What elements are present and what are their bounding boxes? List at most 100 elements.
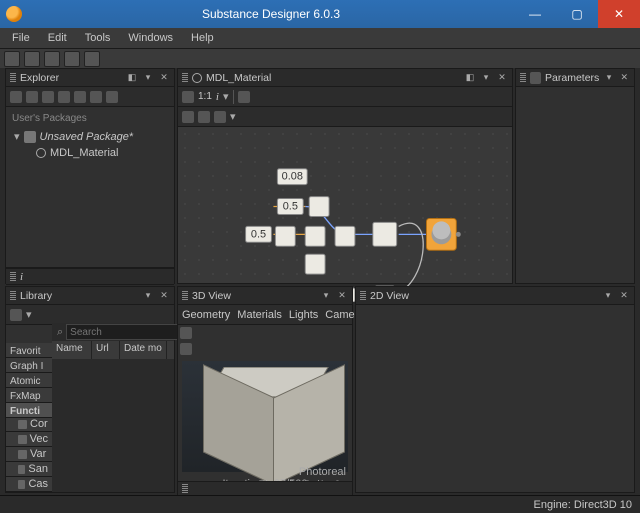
graph-panel: MDL_Material ◧ ▾ ✕ 1:1 i ▾ ▾ xyxy=(177,68,513,284)
panel-close-button[interactable]: ✕ xyxy=(158,72,170,83)
graph-tool-fit[interactable] xyxy=(182,91,194,103)
graph-dropdown[interactable]: ▾ xyxy=(223,90,229,103)
panel-detach-button[interactable]: ◧ xyxy=(126,72,138,83)
explorer-package-item[interactable]: ▾ Unsaved Package* xyxy=(12,129,168,145)
library-tab-var[interactable]: Var xyxy=(6,447,52,462)
package-icon xyxy=(24,131,36,143)
explorer-footer: i xyxy=(5,268,175,284)
3d-mode: Photoreal xyxy=(299,466,346,478)
3d-viewport[interactable] xyxy=(182,361,348,472)
menu-file[interactable]: File xyxy=(4,30,38,46)
folder-icon xyxy=(18,420,27,429)
library-tab-san[interactable]: San xyxy=(6,462,52,477)
search-icon: ⌕ xyxy=(54,326,66,339)
info-icon[interactable]: i xyxy=(20,271,23,283)
graph-info-button[interactable]: i xyxy=(216,91,219,103)
library-view-button[interactable] xyxy=(10,309,22,321)
library-tab-graph[interactable]: Graph I xyxy=(6,358,52,373)
library-tab-function[interactable]: Functi xyxy=(6,403,52,418)
panel-close-button[interactable]: ✕ xyxy=(496,72,508,83)
library-tab-cas[interactable]: Cas xyxy=(6,477,52,492)
panel-close-button[interactable]: ✕ xyxy=(336,290,348,301)
menu-help[interactable]: Help xyxy=(183,30,222,46)
3d-view-title: 3D View xyxy=(192,290,316,302)
package-name: Unsaved Package* xyxy=(40,129,134,145)
toolbar-button-1[interactable] xyxy=(4,51,20,67)
explorer-section-label: User's Packages xyxy=(12,111,168,127)
graph-tool-a[interactable] xyxy=(238,91,250,103)
library-panel: Library ▾ ✕ ▾ Favorit Graph I Atomic FxM… xyxy=(5,286,175,493)
library-tab-cor[interactable]: Cor xyxy=(6,418,52,433)
parameters-panel: Parameters ▾ ✕ xyxy=(515,68,635,284)
3d-tool-1[interactable] xyxy=(180,327,192,339)
explorer-tool-1[interactable] xyxy=(10,91,22,103)
library-view-dropdown[interactable]: ▾ xyxy=(26,308,32,321)
menu-tools[interactable]: Tools xyxy=(77,30,119,46)
panel-close-button[interactable]: ✕ xyxy=(619,72,630,83)
folder-icon xyxy=(18,450,27,459)
folder-icon xyxy=(18,435,27,444)
cube-mesh xyxy=(205,357,325,477)
panel-grip-icon xyxy=(182,73,188,83)
3d-tool-2[interactable] xyxy=(180,343,192,355)
svg-text:0.5: 0.5 xyxy=(283,200,298,212)
graph-tool-c[interactable] xyxy=(198,111,210,123)
panel-menu-button[interactable]: ▾ xyxy=(142,290,154,301)
graph-canvas[interactable]: 0.08 0.5 0.5 xyxy=(178,127,512,283)
explorer-tool-6[interactable] xyxy=(90,91,102,103)
parameters-title: Parameters xyxy=(545,72,599,84)
panel-menu-button[interactable]: ▾ xyxy=(602,290,614,301)
2d-viewport[interactable] xyxy=(356,305,634,492)
toolbar-button-4[interactable] xyxy=(64,51,80,67)
panel-close-button[interactable]: ✕ xyxy=(158,290,170,301)
col-date[interactable]: Date mo xyxy=(120,341,167,359)
minimize-button[interactable]: — xyxy=(514,0,556,28)
explorer-graph-item[interactable]: MDL_Material xyxy=(12,145,168,161)
app-icon xyxy=(6,6,22,22)
panel-grip-icon xyxy=(182,484,188,494)
graph-zoom-label[interactable]: 1:1 xyxy=(198,91,212,102)
graph-tool-d[interactable] xyxy=(214,111,226,123)
explorer-tool-2[interactable] xyxy=(26,91,38,103)
menu-bar: File Edit Tools Windows Help xyxy=(0,28,640,48)
panel-grip-icon xyxy=(182,291,188,301)
graph-tab-icon xyxy=(192,73,202,83)
library-tab-vec[interactable]: Vec xyxy=(6,432,52,447)
toolbar-button-5[interactable] xyxy=(84,51,100,67)
col-url[interactable]: Url xyxy=(92,341,120,359)
parameters-icon xyxy=(530,72,541,84)
library-tab-atomic[interactable]: Atomic xyxy=(6,373,52,388)
menu-lights[interactable]: Lights xyxy=(289,309,318,321)
window-title: Substance Designer 6.0.3 xyxy=(28,7,514,21)
graph-dropdown-2[interactable]: ▾ xyxy=(230,110,236,123)
library-tab-favorites[interactable]: Favorit xyxy=(6,343,52,358)
graph-tool-b[interactable] xyxy=(182,111,194,123)
explorer-tool-7[interactable] xyxy=(106,91,118,103)
folder-icon xyxy=(18,480,25,489)
col-name[interactable]: Name xyxy=(52,341,92,359)
toolbar-button-3[interactable] xyxy=(44,51,60,67)
panel-close-button[interactable]: ✕ xyxy=(618,290,630,301)
panel-menu-button[interactable]: ▾ xyxy=(480,72,492,83)
explorer-tool-4[interactable] xyxy=(58,91,70,103)
library-tab-fxmap[interactable]: FxMap xyxy=(6,388,52,403)
menu-edit[interactable]: Edit xyxy=(40,30,75,46)
panel-menu-button[interactable]: ▾ xyxy=(142,72,154,83)
close-button[interactable]: ✕ xyxy=(598,0,640,28)
maximize-button[interactable]: ▢ xyxy=(556,0,598,28)
toolbar-button-2[interactable] xyxy=(24,51,40,67)
panel-menu-button[interactable]: ▾ xyxy=(603,72,614,83)
library-tabs: Favorit Graph I Atomic FxMap Functi Cor … xyxy=(6,343,52,492)
menu-materials[interactable]: Materials xyxy=(237,309,282,321)
status-bar: Engine: Direct3D 10 xyxy=(0,495,640,513)
menu-geometry[interactable]: Geometry xyxy=(182,309,230,321)
panel-detach-button[interactable]: ◧ xyxy=(464,72,476,83)
panel-menu-button[interactable]: ▾ xyxy=(320,290,332,301)
graph-name: MDL_Material xyxy=(50,145,118,161)
library-columns: Name Url Date mo xyxy=(52,341,174,359)
explorer-tool-3[interactable] xyxy=(42,91,54,103)
explorer-title: Explorer xyxy=(20,72,122,84)
explorer-tool-5[interactable] xyxy=(74,91,86,103)
menu-windows[interactable]: Windows xyxy=(120,30,181,46)
panel-grip-icon xyxy=(10,272,16,282)
